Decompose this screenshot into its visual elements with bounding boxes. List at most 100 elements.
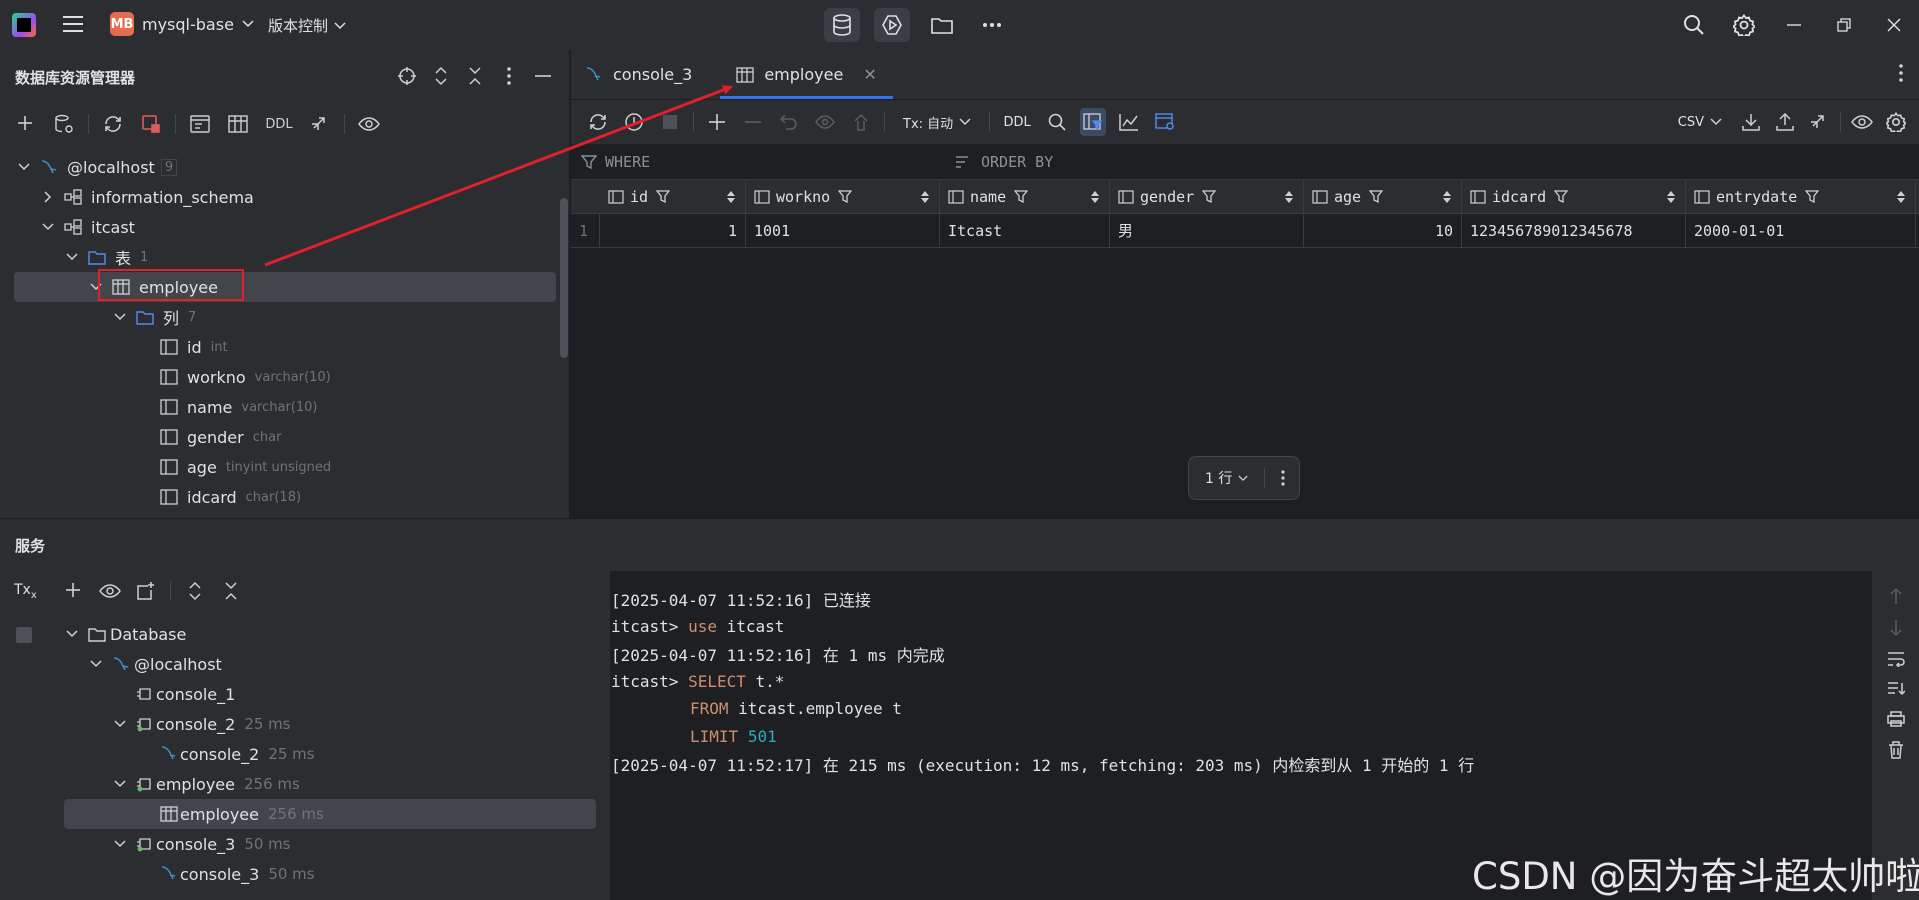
tree-node-session[interactable]: employee 256 ms <box>64 769 596 799</box>
tree-node-columns[interactable]: 列 7 <box>0 302 556 332</box>
chevron-down-icon[interactable] <box>16 159 32 175</box>
data-source-properties-icon[interactable] <box>50 110 78 138</box>
search-icon[interactable] <box>1044 108 1070 136</box>
crosshair-icon[interactable] <box>395 64 419 88</box>
tree-node-column[interactable]: gender char <box>0 422 556 452</box>
tree-node-itcast[interactable]: itcast <box>0 212 556 242</box>
sort-icon[interactable] <box>1667 190 1675 203</box>
tree-node-session[interactable]: console_1 <box>64 679 596 709</box>
chevron-down-icon[interactable] <box>40 219 56 235</box>
folder-icon[interactable] <box>924 8 960 42</box>
collapse-all-icon[interactable] <box>463 64 487 88</box>
tree-node-console[interactable]: console_2 25 ms <box>64 739 596 769</box>
restore-icon[interactable] <box>1819 0 1869 50</box>
expand-all-icon[interactable] <box>429 64 453 88</box>
tree-node-employee[interactable]: employee <box>14 272 556 302</box>
tree-node-tables[interactable]: 表 1 <box>0 242 556 272</box>
sort-icon[interactable] <box>727 190 735 203</box>
sort-icon[interactable] <box>921 190 929 203</box>
tab-employee[interactable]: employee ✕ <box>720 50 894 99</box>
add-icon[interactable] <box>62 579 86 603</box>
options-icon[interactable] <box>1899 64 1903 82</box>
table-editor-icon[interactable] <box>224 110 252 138</box>
expand-all-icon[interactable] <box>183 579 207 603</box>
ddl-button[interactable]: DDL <box>262 110 296 138</box>
chevron-down-icon[interactable] <box>112 309 128 325</box>
filter-icon[interactable] <box>656 189 671 204</box>
add-row-icon[interactable] <box>704 108 730 136</box>
run-services-icon[interactable] <box>874 8 910 42</box>
view-options-eye-icon[interactable] <box>1849 108 1875 136</box>
tree-node-column[interactable]: idcard char(18) <box>0 482 556 512</box>
vcs-menu[interactable]: 版本控制 <box>268 15 346 36</box>
chevron-down-icon[interactable] <box>64 249 80 265</box>
sort-icon[interactable] <box>1897 190 1905 203</box>
tree-node-column[interactable]: name varchar(10) <box>0 392 556 422</box>
filter-icon[interactable] <box>1014 189 1029 204</box>
column-header[interactable]: entrydate <box>1686 180 1916 213</box>
grid-cell[interactable]: 1 <box>600 214 746 247</box>
filter-icon[interactable] <box>1369 189 1384 204</box>
project-selector[interactable]: MB mysql-base <box>110 12 254 36</box>
filter-icon[interactable] <box>838 189 853 204</box>
add-icon[interactable] <box>12 110 40 138</box>
tree-node-column[interactable]: id int <box>0 332 556 362</box>
sort-icon[interactable] <box>1091 190 1099 203</box>
tree-node-information-schema[interactable]: information_schema <box>0 182 556 212</box>
tree-node-session[interactable]: console_3 50 ms <box>64 829 596 859</box>
export-format-dropdown[interactable]: CSV <box>1678 115 1722 130</box>
row-count-pager[interactable]: 1 行 <box>1188 456 1300 500</box>
where-filter[interactable]: WHERE <box>581 153 650 171</box>
soft-wrap-icon[interactable] <box>1887 651 1905 667</box>
chevron-down-icon[interactable] <box>112 716 128 732</box>
filter-icon[interactable] <box>1805 189 1820 204</box>
chevron-down-icon[interactable] <box>88 656 104 672</box>
vertical-scrollbar[interactable] <box>560 198 568 358</box>
print-icon[interactable] <box>1886 711 1905 727</box>
order-by-filter[interactable]: ORDER BY <box>955 153 1053 171</box>
main-menu-icon[interactable] <box>62 14 84 34</box>
download-icon[interactable] <box>1738 108 1764 136</box>
close-icon[interactable] <box>1869 0 1919 50</box>
column-header[interactable]: name <box>940 180 1110 213</box>
grid-cell[interactable]: 1001 <box>746 214 940 247</box>
options-icon[interactable] <box>497 64 521 88</box>
transaction-control-icon[interactable]: Txx <box>14 582 37 601</box>
chart-icon[interactable] <box>1116 108 1142 136</box>
upload-icon[interactable] <box>1772 108 1798 136</box>
filter-icon[interactable] <box>1202 189 1217 204</box>
tree-node-console[interactable]: console_3 50 ms <box>64 859 596 889</box>
trash-icon[interactable] <box>1888 741 1904 759</box>
compare-icon[interactable] <box>306 110 334 138</box>
reload-icon[interactable] <box>585 108 611 136</box>
filter-toggle-icon[interactable] <box>1080 108 1107 136</box>
filter-icon[interactable] <box>1554 189 1569 204</box>
scroll-to-end-icon[interactable] <box>1887 681 1905 697</box>
tree-node-column[interactable]: age tinyint unsigned <box>0 452 556 482</box>
row-count-dropdown[interactable]: 1 行 <box>1205 468 1248 488</box>
column-header[interactable]: workno <box>746 180 940 213</box>
tree-node-session[interactable]: console_2 25 ms <box>64 709 596 739</box>
chevron-right-icon[interactable] <box>40 189 56 205</box>
disconnect-icon[interactable] <box>137 110 165 138</box>
jump-to-query-console-icon[interactable] <box>186 110 214 138</box>
compare-icon[interactable] <box>1806 108 1832 136</box>
tree-node-table[interactable]: employee 256 ms <box>64 799 596 829</box>
tab-console-3[interactable]: console_3 <box>571 50 720 99</box>
search-icon[interactable] <box>1669 0 1719 50</box>
transaction-mode-dropdown[interactable]: Tx: 自动 <box>903 113 971 132</box>
hide-panel-icon[interactable] <box>531 64 555 88</box>
settings-gear-icon[interactable] <box>1883 108 1909 136</box>
grid-cell[interactable]: 10 <box>1304 214 1462 247</box>
collapse-all-icon[interactable] <box>219 579 243 603</box>
grid-cell[interactable]: 2000-01-01 <box>1686 214 1916 247</box>
grid-cell[interactable]: 男 <box>1110 214 1304 247</box>
checkbox[interactable] <box>16 627 32 643</box>
view-options-eye-icon[interactable] <box>98 579 122 603</box>
ddl-button[interactable]: DDL <box>1000 108 1034 136</box>
database-icon[interactable] <box>824 8 860 42</box>
sort-icon[interactable] <box>1285 190 1293 203</box>
chevron-down-icon[interactable] <box>64 626 80 642</box>
new-tab-icon[interactable] <box>134 579 158 603</box>
tree-node-database[interactable]: Database <box>64 619 596 649</box>
